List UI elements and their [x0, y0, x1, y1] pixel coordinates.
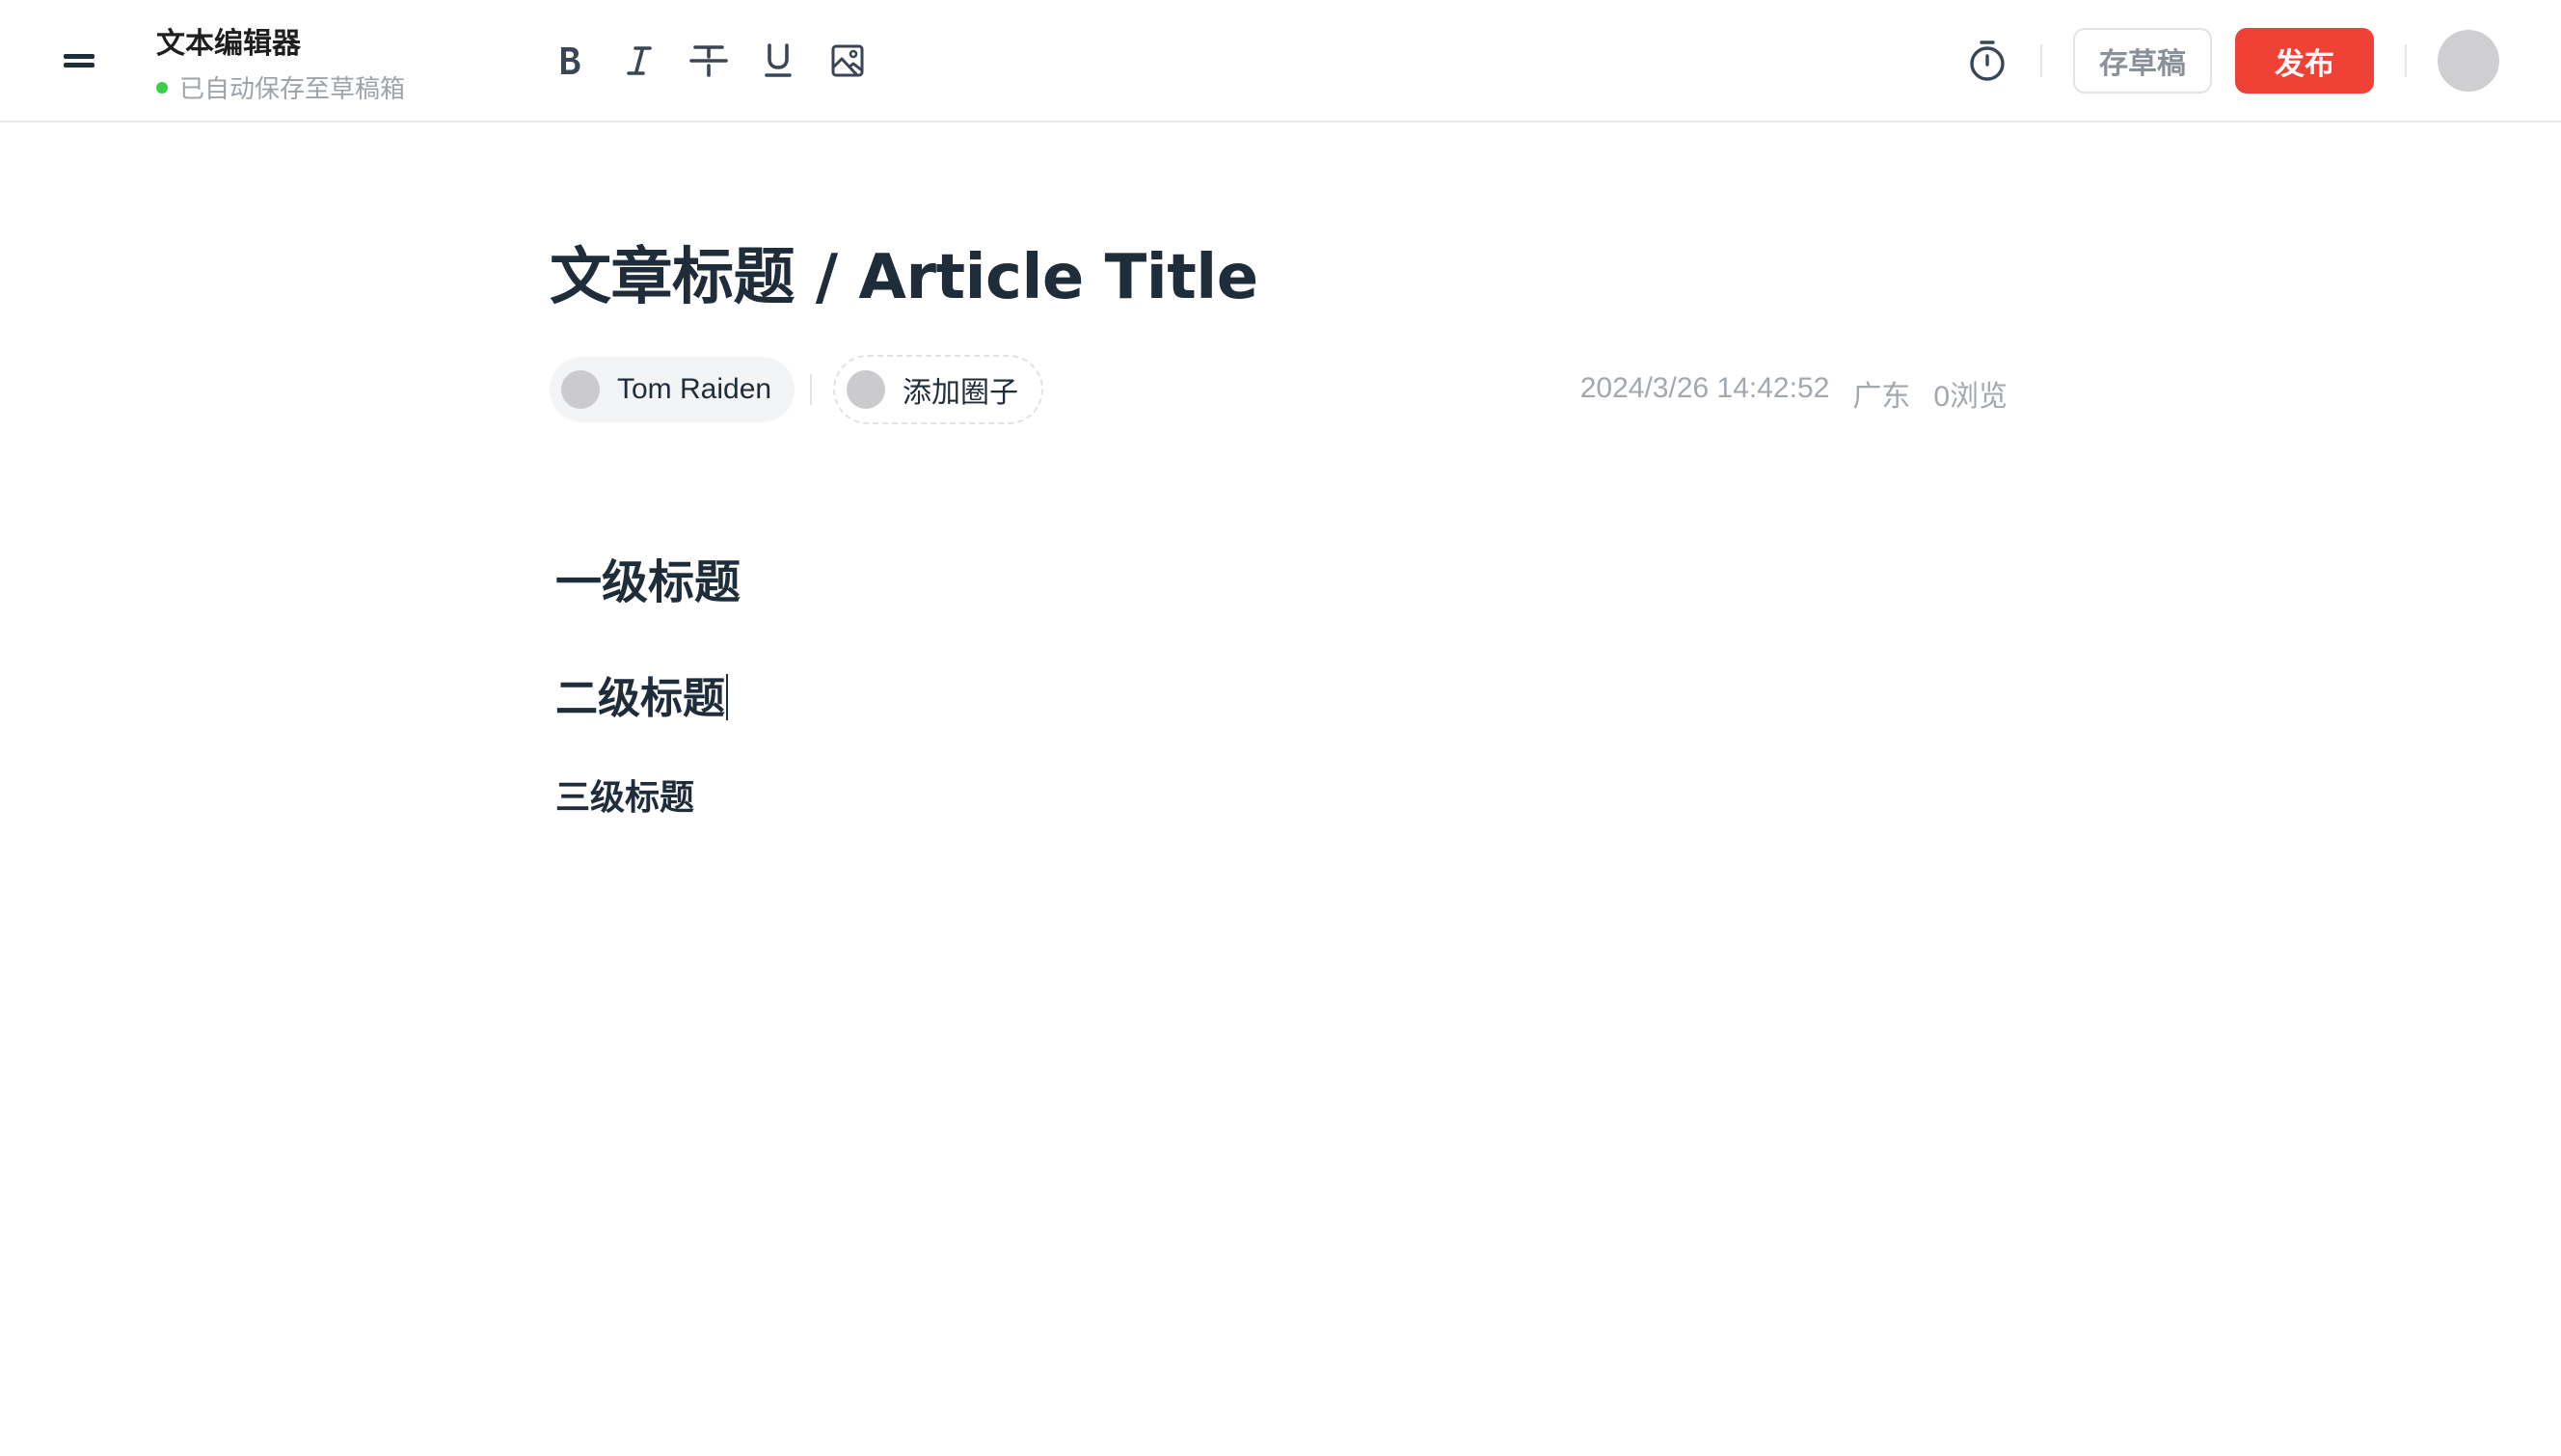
meta-info: 2024/3/26 14:42:52 广东 0浏览	[1580, 372, 2008, 415]
insert-image-button[interactable]	[823, 37, 872, 85]
author-chip[interactable]: Tom Raiden	[550, 357, 795, 422]
author-name: Tom Raiden	[617, 373, 772, 405]
circle-avatar	[847, 370, 885, 409]
publish-button[interactable]: 发布	[2235, 28, 2374, 94]
add-circle-label: 添加圈子	[903, 377, 1018, 409]
article-title[interactable]: 文章标题 / Article Title	[550, 228, 1258, 316]
timer-button[interactable]	[1965, 39, 2009, 83]
menu-icon[interactable]	[58, 48, 100, 75]
bold-icon	[561, 47, 580, 74]
user-avatar[interactable]	[2438, 30, 2499, 92]
bold-button[interactable]	[546, 37, 594, 85]
italic-button[interactable]	[615, 37, 663, 85]
underline-icon	[765, 43, 792, 77]
format-toolbar	[546, 37, 893, 85]
meta-divider	[810, 374, 812, 405]
view-count: 0浏览	[1933, 381, 2008, 413]
heading-level-2-text: 二级标题	[555, 674, 725, 723]
location: 广东	[1852, 381, 1911, 413]
save-draft-button[interactable]: 存草稿	[2073, 28, 2212, 94]
strikethrough-button[interactable]	[685, 37, 733, 85]
text-cursor	[726, 674, 728, 720]
editor-header: 文本编辑器 已自动保存至草稿箱 存草稿 发布	[0, 0, 2561, 122]
heading-level-1[interactable]: 一级标题	[555, 544, 741, 611]
header-divider	[2040, 44, 2042, 77]
italic-icon	[627, 46, 652, 75]
add-circle-button[interactable]: 添加圈子	[833, 355, 1043, 424]
editor-content[interactable]: 一级标题 二级标题 三级标题	[555, 530, 2002, 1205]
publish-datetime: 2024/3/26 14:42:52	[1579, 372, 1830, 404]
strikethrough-icon	[689, 45, 728, 77]
app-title: 文本编辑器	[156, 27, 301, 61]
header-divider	[2405, 44, 2407, 77]
heading-level-3[interactable]: 三级标题	[555, 769, 694, 820]
image-icon	[831, 44, 864, 77]
menu-bar-top	[64, 54, 94, 59]
menu-bar-bottom	[64, 63, 94, 67]
heading-level-2[interactable]: 二级标题	[555, 663, 728, 725]
author-avatar	[561, 370, 600, 409]
timer-icon	[1970, 40, 2005, 81]
article-meta: Tom Raiden 添加圈子 2024/3/26 14:42:52 广东 0浏…	[550, 355, 2008, 424]
save-status: 已自动保存至草稿箱	[156, 69, 405, 105]
underline-button[interactable]	[754, 37, 802, 85]
status-dot-icon	[156, 81, 168, 94]
save-status-text: 已自动保存至草稿箱	[179, 75, 406, 104]
